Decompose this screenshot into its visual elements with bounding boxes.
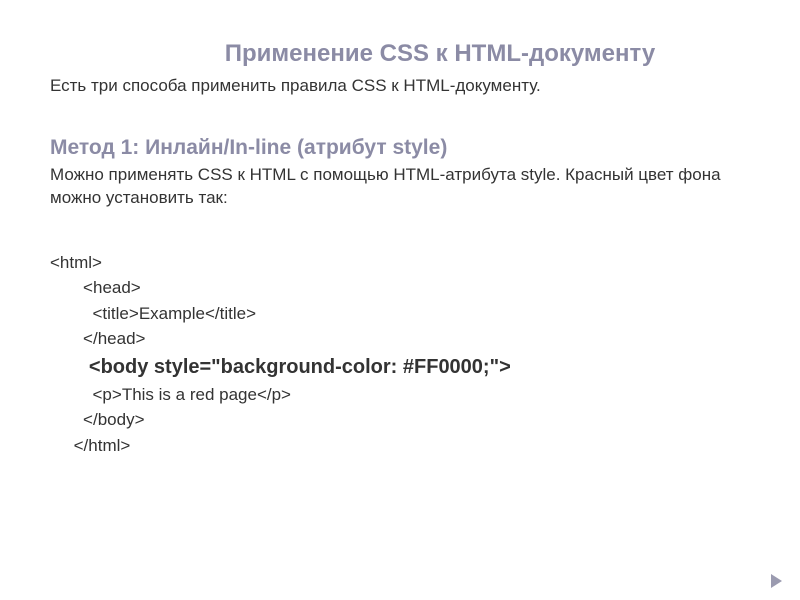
method-heading: Метод 1: Инлайн/In-line (атрибут style)	[50, 136, 750, 160]
intro-paragraph: Есть три способа применить правила CSS к…	[50, 76, 750, 96]
code-line-8: </html>	[50, 433, 750, 459]
code-example: <html> <head> <title>Example</title> </h…	[50, 250, 750, 459]
code-line-1: <html>	[50, 250, 750, 276]
page-title: Применение CSS к HTML-документу	[130, 40, 750, 68]
code-line-6: <p>This is a red page</p>	[50, 382, 750, 408]
method-description: Можно применять CSS к HTML с помощью HTM…	[50, 164, 750, 210]
slide-content: Применение CSS к HTML-документу Есть три…	[0, 0, 800, 478]
code-line-2: <head>	[50, 275, 750, 301]
next-arrow-icon[interactable]	[771, 574, 782, 588]
code-line-3: <title>Example</title>	[50, 301, 750, 327]
code-line-7: </body>	[50, 407, 750, 433]
code-line-5-bold: <body style="background-color: #FF0000;"…	[50, 352, 750, 382]
code-line-4: </head>	[50, 326, 750, 352]
